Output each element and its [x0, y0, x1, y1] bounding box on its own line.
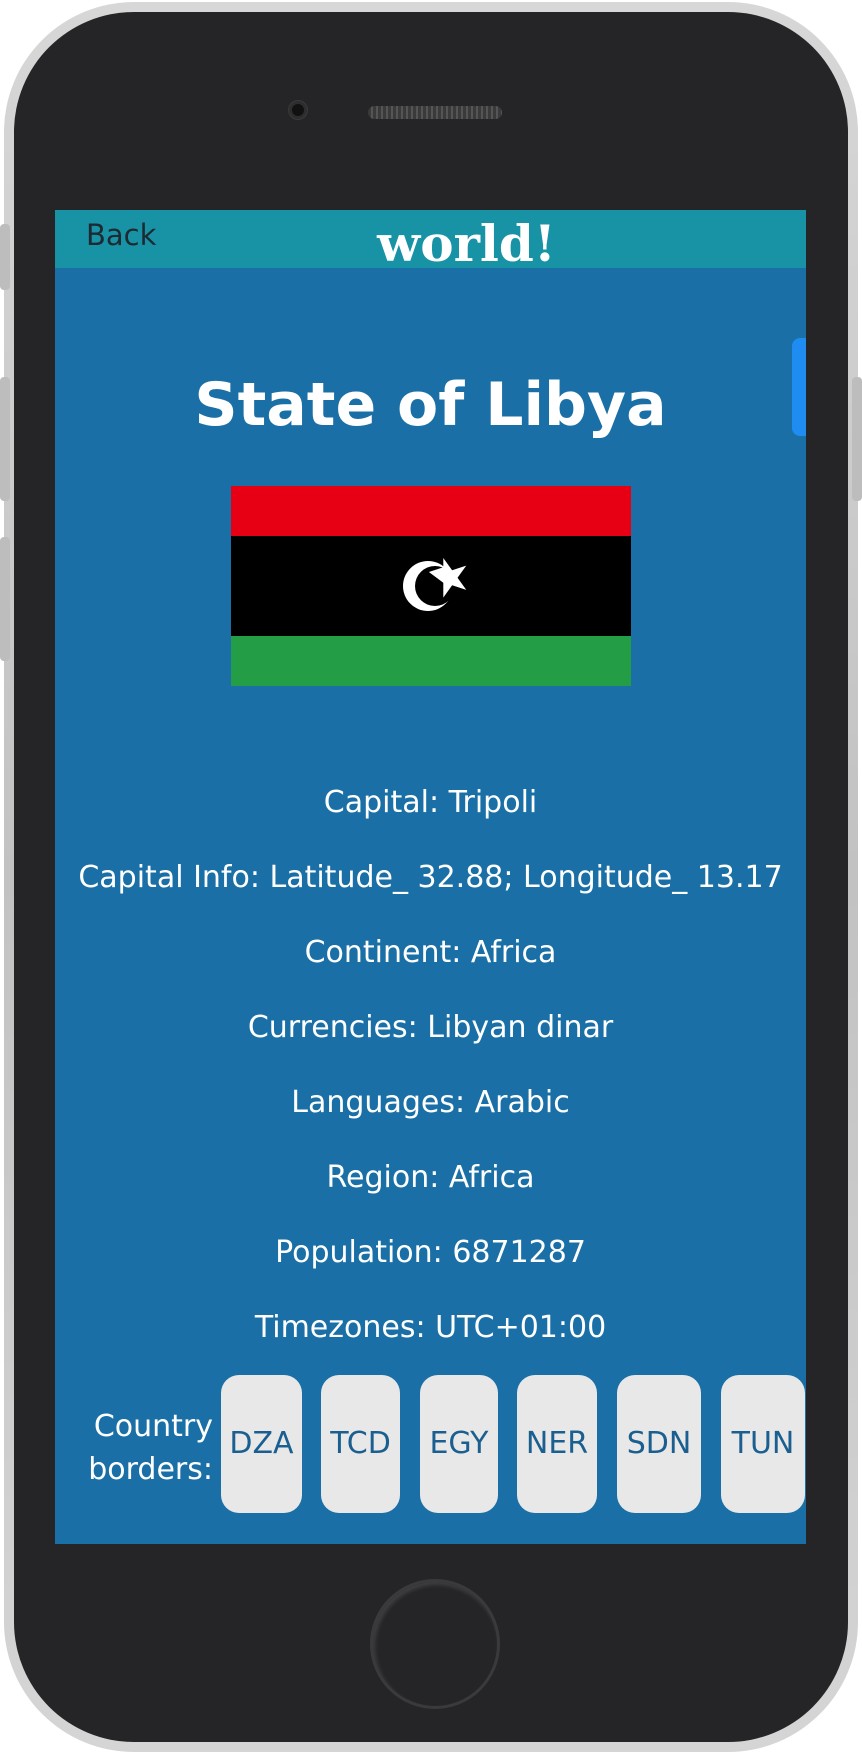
app-title: world! — [377, 214, 556, 270]
borders-label-line2: borders: — [88, 1452, 213, 1487]
speaker-grille — [368, 106, 502, 119]
border-button-sdn[interactable]: SDN — [617, 1375, 701, 1513]
info-continent: Continent: Africa — [304, 935, 557, 970]
border-button-tcd[interactable]: TCD — [321, 1375, 400, 1513]
volume-up-button — [0, 377, 10, 501]
border-button-tun[interactable]: TUN — [721, 1375, 805, 1513]
libya-flag-icon — [231, 486, 631, 686]
border-button-ner[interactable]: NER — [517, 1375, 597, 1513]
borders-label-line1: Country — [93, 1409, 213, 1444]
country-title: State of Libya — [194, 370, 667, 440]
app-header: Back world! — [55, 210, 806, 270]
country-borders-label: Country borders: — [73, 1405, 213, 1491]
info-languages: Languages: Arabic — [291, 1085, 570, 1120]
info-capital-coordinates: Capital Info: Latitude_ 32.88; Longitude… — [78, 860, 783, 895]
home-button[interactable] — [370, 1579, 500, 1709]
flag-stripe-red — [231, 486, 631, 536]
camera-icon — [289, 101, 307, 119]
info-region: Region: Africa — [326, 1160, 535, 1195]
info-capital: Capital: Tripoli — [323, 785, 538, 820]
country-info-list: Capital: Tripoli Capital Info: Latitude_… — [55, 765, 806, 1365]
app-screen: Back world! State of Libya Capital: Trip… — [55, 210, 806, 1544]
mute-switch — [0, 224, 10, 290]
volume-down-button — [0, 537, 10, 661]
info-currencies: Currencies: Libyan dinar — [247, 1010, 614, 1045]
info-timezones: Timezones: UTC+01:00 — [254, 1310, 607, 1345]
border-button-egy[interactable]: EGY — [420, 1375, 498, 1513]
flag-stripe-green — [231, 636, 631, 686]
info-population: Population: 6871287 — [275, 1235, 586, 1270]
border-button-dza[interactable]: DZA — [221, 1375, 302, 1513]
power-button — [852, 377, 862, 501]
